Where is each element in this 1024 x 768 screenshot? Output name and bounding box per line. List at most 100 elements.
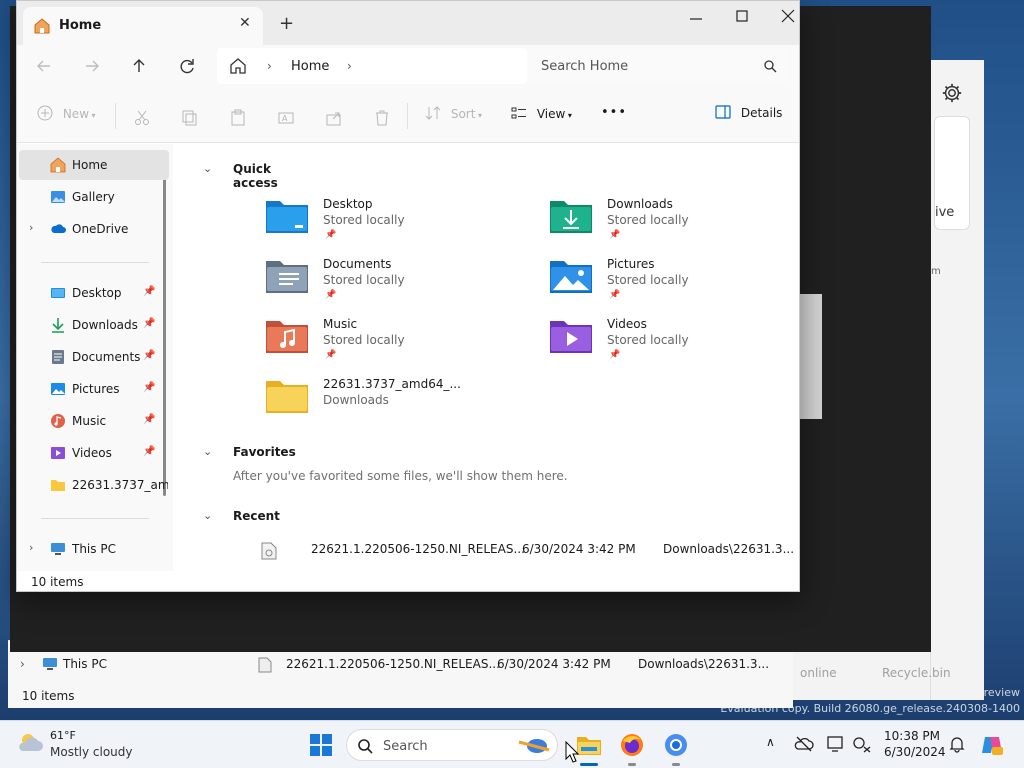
gear-icon[interactable]	[941, 82, 963, 104]
up-arrow-icon[interactable]	[128, 55, 150, 77]
search-input[interactable]: Search Home	[527, 48, 789, 84]
taskbar-search-input[interactable]: Search	[346, 729, 558, 761]
back-arrow-icon[interactable]	[33, 55, 55, 77]
expand-chevron-icon[interactable]: ›	[29, 221, 33, 234]
pin-icon: 📌	[143, 414, 156, 425]
chevron-right-icon[interactable]: ›	[347, 59, 352, 73]
sidebar-item-home[interactable]: Home	[19, 150, 169, 180]
copilot-icon[interactable]	[980, 733, 1004, 757]
sidebar-item-music[interactable]: Music 📌	[19, 406, 169, 436]
sort-button[interactable]: Sort ▾	[425, 105, 482, 127]
sidebar-item-label: Home	[72, 158, 108, 172]
forward-arrow-icon[interactable]	[81, 55, 103, 77]
minimize-icon[interactable]	[673, 5, 719, 29]
view-label: View	[536, 107, 566, 121]
sidebar-item-desktop[interactable]: Desktop 📌	[19, 278, 169, 308]
copy-icon[interactable]	[181, 107, 199, 129]
firefox-icon[interactable]	[618, 731, 646, 759]
maximize-icon[interactable]	[719, 5, 765, 29]
new-label: New	[62, 107, 90, 121]
cloud-offline-icon[interactable]	[794, 735, 814, 753]
title-bar[interactable]: Home ✕ +	[17, 1, 799, 45]
file-explorer-window: Home ✕ + › Home › Search Home New ▾ A So…	[16, 0, 800, 592]
file-icon	[258, 657, 272, 676]
chevron-down-icon[interactable]: ⌄	[203, 445, 212, 458]
notification-bell-icon[interactable]	[948, 735, 966, 753]
windows-start-icon[interactable]	[307, 731, 335, 759]
pin-icon: 📌	[325, 230, 337, 240]
network-icon[interactable]	[852, 735, 872, 753]
chevron-up-icon[interactable]: ∧	[766, 735, 775, 749]
weather-description[interactable]: Mostly cloudy	[50, 745, 133, 759]
close-window-icon[interactable]	[765, 5, 811, 29]
breadcrumb[interactable]: › Home ›	[217, 48, 527, 84]
sidebar-item-videos[interactable]: Videos 📌	[19, 438, 169, 468]
close-tab-icon[interactable]: ✕	[239, 15, 251, 31]
details-button[interactable]: Details	[715, 105, 782, 127]
system-clock[interactable]: 10:38 PM 6/30/2024	[884, 728, 946, 760]
this-pc-icon	[42, 657, 58, 674]
sidebar-item-pictures[interactable]: Pictures 📌	[19, 374, 169, 404]
sidebar-item-documents[interactable]: Documents 📌	[19, 342, 169, 372]
gallery-icon	[51, 191, 65, 203]
sidebar-item-onedrive[interactable]: › OneDrive	[19, 214, 169, 244]
status-bar-count: 10 items	[31, 575, 84, 589]
documents-icon	[52, 350, 64, 364]
pin-icon: 📌	[143, 382, 156, 393]
quick-access-videos[interactable]: Videos Stored locally 📌	[549, 317, 789, 373]
paste-icon[interactable]	[229, 107, 247, 129]
display-icon[interactable]	[826, 735, 846, 753]
chevron-down-icon: ▾	[565, 111, 572, 120]
plus-circle-icon	[37, 105, 53, 121]
pin-icon: 📌	[143, 350, 156, 361]
sidebar-item-this-pc[interactable]: › This PC	[19, 534, 169, 564]
background-recent-location: Downloads\22631.3...	[638, 657, 770, 671]
chevron-down-icon[interactable]: ⌄	[203, 509, 212, 522]
onedrive-cloud-icon	[51, 224, 66, 233]
quick-access-music[interactable]: Music Stored locally 📌	[265, 317, 505, 373]
file-explorer-taskbar-icon[interactable]	[575, 731, 603, 759]
pin-icon: 📌	[609, 350, 621, 360]
home-icon	[34, 18, 50, 34]
weather-temperature[interactable]: 61°F	[50, 729, 76, 742]
quick-access-documents[interactable]: Documents Stored locally 📌	[265, 257, 505, 313]
chrome-icon[interactable]	[662, 731, 690, 759]
chevron-down-icon[interactable]: ⌄	[203, 162, 212, 175]
new-tab-button[interactable]: +	[279, 13, 294, 34]
quick-access-desktop[interactable]: Desktop Stored locally 📌	[265, 197, 505, 253]
new-button[interactable]: New ▾	[37, 105, 96, 127]
cut-icon[interactable]	[133, 107, 151, 129]
table-row[interactable]: 22621.1.220506-1250.NI_RELEAS... 6/30/20…	[261, 540, 794, 562]
mouse-cursor-icon	[565, 741, 579, 763]
expand-chevron-icon[interactable]: ›	[29, 541, 33, 554]
home-outline-icon[interactable]	[229, 57, 247, 75]
sidebar-item-gallery[interactable]: Gallery	[19, 182, 169, 212]
background-recent-row: › This PC 22621.1.220506-1250.NI_RELEAS.…	[8, 657, 793, 677]
cloudy-weather-icon[interactable]	[16, 731, 44, 755]
chevron-right-icon[interactable]: ›	[267, 59, 272, 73]
background-this-pc-label: This PC	[63, 657, 107, 671]
pin-icon: 📌	[143, 286, 156, 297]
settings-card[interactable]: ive	[934, 116, 970, 230]
rename-icon[interactable]: A	[277, 107, 295, 129]
refresh-icon[interactable]	[176, 55, 198, 77]
search-icon	[764, 60, 777, 73]
chevron-down-icon: ▾	[89, 111, 96, 120]
share-icon[interactable]	[325, 107, 343, 129]
view-icon	[511, 107, 526, 119]
view-button[interactable]: View ▾	[511, 105, 572, 127]
sidebar-item-downloads[interactable]: Downloads 📌	[19, 310, 169, 340]
quick-access-build-folder[interactable]: 22631.3737_amd64_... Downloads	[265, 377, 505, 433]
delete-icon[interactable]	[373, 107, 391, 129]
breadcrumb-home[interactable]: Home	[291, 59, 329, 74]
pin-icon: 📌	[325, 290, 337, 300]
pin-icon: 📌	[609, 290, 621, 300]
quick-access-downloads[interactable]: Downloads Stored locally 📌	[549, 197, 789, 253]
this-pc-icon	[51, 543, 65, 555]
more-options-button[interactable]: •••	[601, 105, 627, 127]
running-app-indicator	[628, 763, 636, 766]
quick-access-pictures[interactable]: Pictures Stored locally 📌	[549, 257, 789, 313]
desktop-folder-icon	[266, 201, 308, 233]
tab-home[interactable]: Home ✕	[23, 7, 263, 45]
sidebar-item-build-folder[interactable]: 22631.3737_amd	[19, 470, 169, 500]
